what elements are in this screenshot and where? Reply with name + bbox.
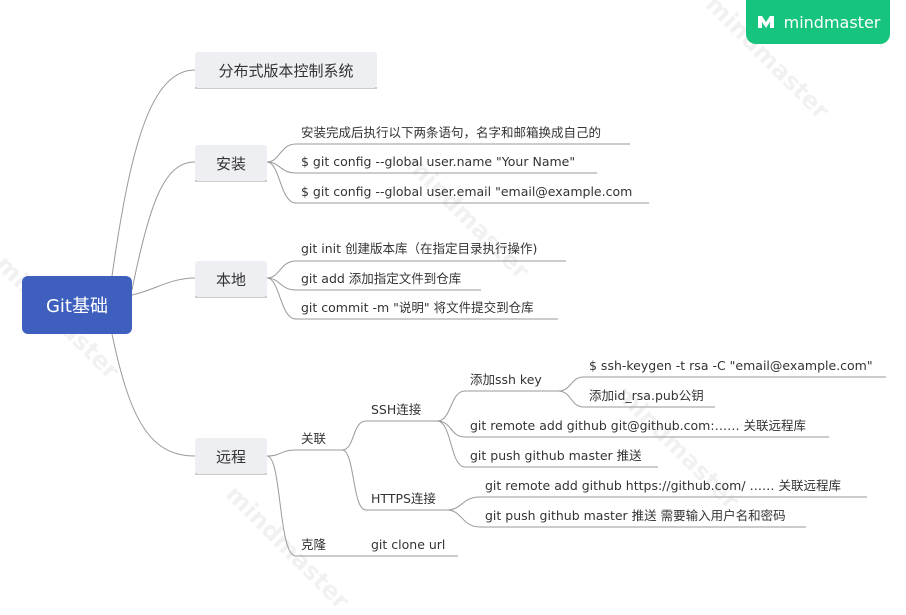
root-node[interactable]: Git基础 — [22, 276, 132, 334]
https-push-item[interactable]: git push github master 推送 需要输入用户名和密码 — [485, 508, 786, 524]
https-remote-add-item[interactable]: git remote add github https://github.com… — [485, 478, 841, 494]
install-item-3[interactable]: $ git config --global user.email "email@… — [301, 184, 632, 200]
ssh-remote-add-item[interactable]: git remote add github git@github.com:…… … — [470, 418, 806, 434]
install-item-1[interactable]: 安装完成后执行以下两条语句，名字和邮箱换成自己的 — [301, 125, 601, 141]
clone-item[interactable]: git clone url — [371, 537, 445, 553]
ssh-keygen-item[interactable]: $ ssh-keygen -t rsa -C "email@example.co… — [589, 358, 873, 374]
branch-local[interactable]: 本地 — [195, 261, 267, 297]
remote-clone[interactable]: 克隆 — [301, 537, 326, 553]
local-item-3[interactable]: git commit -m "说明" 将文件提交到仓库 — [301, 300, 534, 316]
remote-associate[interactable]: 关联 — [301, 431, 326, 447]
mindmaster-logo: mindmaster — [746, 0, 890, 44]
branch-distributed[interactable]: 分布式版本控制系统 — [195, 52, 377, 88]
local-item-1[interactable]: git init 创建版本库（在指定目录执行操作) — [301, 241, 537, 257]
mindmaster-logo-text: mindmaster — [783, 12, 881, 32]
branch-install[interactable]: 安装 — [195, 145, 267, 181]
local-item-2[interactable]: git add 添加指定文件到仓库 — [301, 271, 461, 287]
ssh-pubkey-item[interactable]: 添加id_rsa.pub公钥 — [589, 388, 704, 404]
ssh-add-key[interactable]: 添加ssh key — [470, 372, 542, 388]
branch-remote[interactable]: 远程 — [195, 438, 267, 474]
remote-https[interactable]: HTTPS连接 — [371, 491, 436, 507]
remote-ssh[interactable]: SSH连接 — [371, 402, 421, 418]
ssh-push-item[interactable]: git push github master 推送 — [470, 448, 642, 464]
install-item-2[interactable]: $ git config --global user.name "Your Na… — [301, 154, 575, 170]
mindmaster-logo-icon — [757, 16, 774, 28]
